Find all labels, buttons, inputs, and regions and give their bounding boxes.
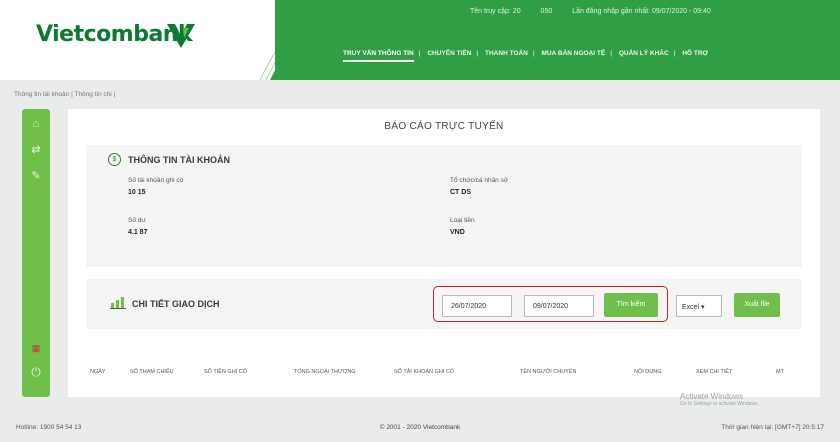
header: Vietcombank Tên truy cập: 20 050 Lần đăn… (0, 0, 840, 80)
balance-label: Số dư (128, 217, 146, 224)
account-info-panel: $ THÔNG TIN TÀI KHOẢN Số tài khoản ghi c… (86, 145, 802, 267)
col-credit-amount: SỐ TIỀN GHI CÓ (204, 369, 247, 375)
main-menu: TRUY VẤN THÔNG TIN | CHUYỂN TIỀN | THANH T… (343, 50, 713, 62)
transaction-section-title: CHI TIẾT GIAO DỊCH (132, 299, 220, 309)
col-date: NGÀY (90, 369, 106, 375)
transactions-table-header: NGÀY SỐ THAM CHIẾU SỐ TIỀN GHI CÓ TỔNG N… (68, 363, 820, 383)
col-sender-name: TÊN NGƯỜI CHUYỂN (520, 369, 577, 375)
main-content: BÁO CÁO TRỰC TUYẾN $ THÔNG TIN TÀI KHOẢN… (68, 109, 820, 397)
menu-item-inquiry[interactable]: TRUY VẤN THÔNG TIN (343, 50, 414, 62)
col-reference: SỐ THAM CHIẾU (130, 369, 174, 375)
sidebar: ⌂ ⇄ ✎ ▦ ⏻ (22, 109, 50, 397)
home-icon[interactable]: ⌂ (29, 117, 43, 131)
col-total: TỔNG NGOẠI THƯƠNG (294, 369, 356, 375)
balance-value: 4.1 87 (128, 229, 148, 236)
col-view-detail: XEM CHI TIẾT (696, 369, 733, 375)
tools-icon[interactable]: ✎ (29, 169, 43, 183)
user-info: Tên truy cập: 20 050 Lần đăng nhập gần n… (470, 8, 729, 15)
chart-growth-icon (110, 297, 126, 309)
account-name-value: CT DS (450, 189, 471, 196)
windows-activation-watermark: Activate Windows Go to Settings to activ… (680, 392, 759, 407)
vietcombank-logo-mark-icon (167, 24, 195, 48)
col-content: NỘI DUNG (634, 369, 662, 375)
transfer-icon[interactable]: ⇄ (29, 143, 43, 157)
search-button[interactable]: Tìm kiếm (604, 293, 658, 317)
footer: Hotline: 1900 54 54 13 © 2001 - 2020 Vie… (0, 410, 840, 442)
dollar-circle-icon: $ (108, 153, 121, 166)
col-credit-account: SỐ TÀI KHOẢN GHI CÓ (394, 369, 455, 375)
language-flag-icon[interactable]: ▦ (29, 341, 43, 355)
currency-label: Loại tiền (450, 217, 475, 224)
menu-item-fx[interactable]: MUA BÁN NGOẠI TỆ (542, 50, 606, 57)
account-name-label: Tổ chức/cá nhân sở (450, 177, 509, 184)
menu-item-payment[interactable]: THANH TOÁN (485, 50, 528, 57)
export-format-select[interactable]: Excel ▾ (676, 295, 722, 317)
menu-item-other[interactable]: QUẢN LÝ KHÁC (619, 50, 669, 57)
export-button[interactable]: Xuất file (734, 293, 780, 317)
breadcrumb[interactable]: Thông tin tài khoản | Thông tin chi | (14, 91, 115, 98)
currency-value: VND (450, 229, 465, 236)
to-date-input[interactable]: 09/07/2020 (524, 295, 594, 317)
menu-item-transfer[interactable]: CHUYỂN TIỀN (427, 50, 471, 57)
last-login: Lần đăng nhập gần nhất: 09/07/2020 - 09:… (572, 8, 711, 15)
header-band: Tên truy cập: 20 050 Lần đăng nhập gần n… (275, 0, 840, 80)
account-number-value: 10 15 (128, 189, 146, 196)
logout-icon[interactable]: ⏻ (29, 365, 43, 379)
account-section-title: THÔNG TIN TÀI KHOẢN (128, 155, 230, 165)
user-code: 050 (540, 8, 553, 15)
page-title: BÁO CÁO TRỰC TUYẾN (384, 121, 504, 132)
current-time: Thời gian hiện tại: [GMT+7] 20:5:17 (721, 424, 824, 431)
watermark-subtitle: Go to Settings to activate Windows. (680, 401, 759, 407)
account-number-label: Số tài khoản ghi có (128, 177, 184, 184)
col-mt: MT (776, 369, 784, 375)
copyright: © 2001 - 2020 Vietcombank (379, 424, 461, 431)
from-date-input[interactable]: 26/07/2020 (442, 295, 512, 317)
transaction-detail-bar: CHI TIẾT GIAO DỊCH 26/07/2020 09/07/2020… (86, 279, 802, 329)
menu-item-support[interactable]: HỖ TRỢ (682, 50, 708, 57)
username: Tên truy cập: 20 (470, 8, 521, 15)
watermark-title: Activate Windows (680, 392, 744, 401)
